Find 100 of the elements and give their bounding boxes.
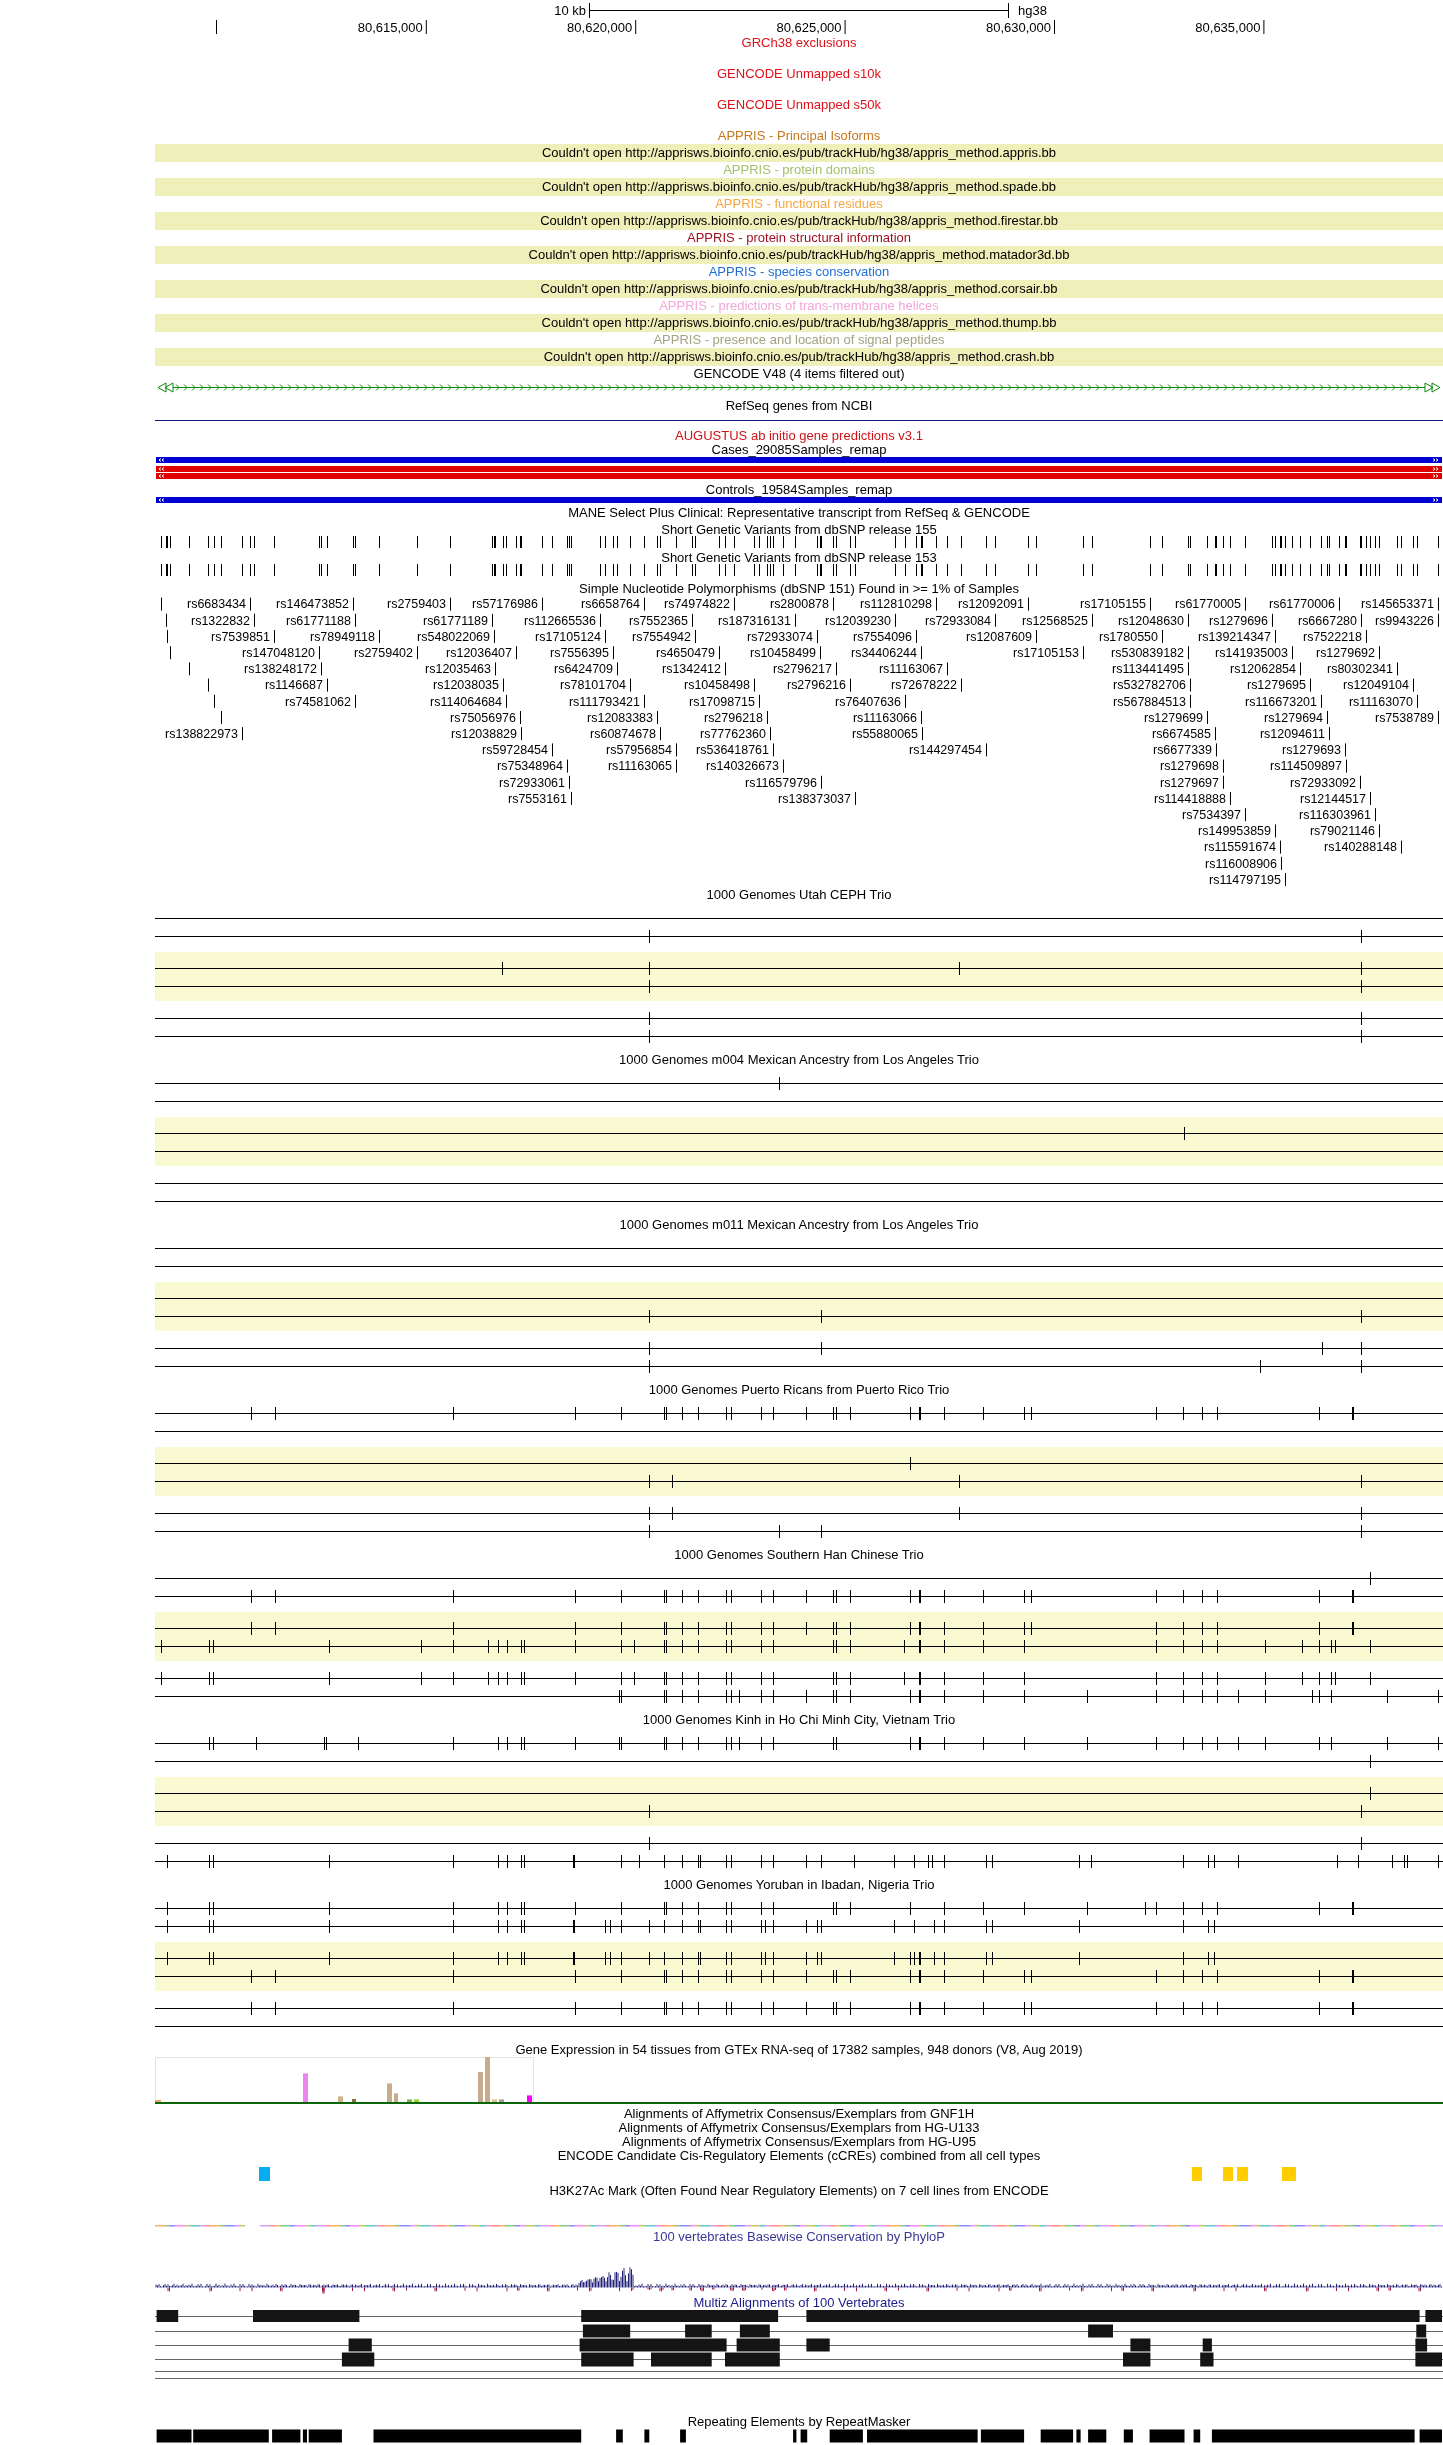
snp-label: rs12035463	[425, 661, 496, 677]
track-title: 1000 Genomes Southern Han Chinese Trio	[674, 1547, 924, 1562]
alignment-block	[736, 2338, 780, 2352]
snp-label: rs1322832	[191, 613, 255, 628]
snp-label: rs112810298	[860, 597, 937, 612]
snp-label: rs72933074	[747, 629, 818, 644]
alignment-block	[1425, 2309, 1442, 2322]
snp-label: rs7534397	[1181, 807, 1246, 823]
snp-tick	[208, 678, 209, 693]
snp-label: rs567884513	[1113, 694, 1191, 709]
snp-label: rs79021146	[1309, 823, 1380, 839]
ruler-position-label: 80,630,000	[985, 19, 1055, 35]
repeat-element	[980, 2429, 1025, 2443]
snp-tick	[161, 597, 162, 612]
snp-label: rs2796218	[704, 710, 768, 725]
snp-label: rs1279692	[1315, 645, 1380, 661]
snp-label: rs1342412	[662, 661, 726, 677]
snp-label: rs12083383	[587, 710, 658, 725]
alignment-block	[156, 2309, 179, 2322]
snp-label: rs11163070	[1348, 694, 1418, 709]
snp-label: rs61770005	[1175, 597, 1246, 612]
snp-label: rs146473852	[276, 597, 354, 612]
snp-label: rs17105124	[535, 629, 606, 644]
repeat-element	[829, 2429, 863, 2443]
snp-label: rs116008906	[1205, 856, 1282, 871]
repeat-element	[616, 2429, 623, 2443]
track-title: GENCODE V48 (4 items filtered out)	[693, 367, 905, 381]
snp-label: rs1279698	[1159, 759, 1224, 774]
snp-label: rs187316131	[718, 613, 796, 628]
snp-label: rs74581062	[285, 694, 356, 709]
alignment-block	[739, 2324, 770, 2338]
snp-label: rs9943226	[1374, 613, 1439, 628]
snp-label: rs141935003	[1215, 645, 1293, 661]
error-message: Couldn't open http://apprisws.bioinfo.cnio.es/pub/trackHub/hg38/appris_method.spade.bb	[155, 178, 1443, 196]
snp-label: rs11163066	[852, 710, 922, 725]
snp-label: rs114064684	[430, 694, 507, 709]
error-message: Couldn't open http://apprisws.bioinfo.cnio.es/pub/trackHub/hg38/appris_method.thump.bb	[155, 314, 1443, 332]
snp-label: rs114797195	[1209, 872, 1286, 887]
track-title: 1000 Genomes m004 Mexican Ancestry from Los Angeles Trio	[619, 1052, 979, 1067]
repeat-element	[1419, 2429, 1442, 2443]
track-title: APPRIS - species conservation	[708, 265, 890, 279]
alignment-block	[1088, 2324, 1113, 2338]
snp-label: rs12036407	[446, 645, 517, 661]
track-title: APPRIS - predictions of trans-membrane helices	[659, 299, 939, 313]
scale-label: 10 kb	[554, 2, 586, 18]
snp-label: rs12094611	[1259, 726, 1330, 742]
track-title: 1000 Genomes Yoruban in Ibadan, Nigeria Trio	[663, 1877, 935, 1892]
track-title: Multiz Alignments of 100 Vertebrates	[693, 2295, 905, 2310]
snp-label: rs147048120	[242, 645, 320, 661]
snp-label: rs1279694	[1263, 710, 1328, 725]
snp-label: rs111793421	[568, 694, 645, 709]
snp-label: rs57956854	[606, 742, 677, 758]
snp-label: rs145653371	[1361, 597, 1439, 612]
track-title: GENCODE Unmapped s10k	[717, 67, 881, 81]
alignment-block	[1200, 2352, 1214, 2367]
snp-label: rs11163065	[607, 759, 677, 774]
snp-label: rs12144517	[1300, 791, 1371, 806]
snp-label: rs10458499	[750, 645, 821, 661]
snp-label: rs75348964	[497, 759, 568, 774]
snp-label: rs7554096	[853, 629, 917, 644]
track-title: Alignments of Affymetrix Consensus/Exemplars from HG-U95	[622, 2134, 976, 2149]
snp-label: rs532782706	[1113, 678, 1191, 693]
snp-label: rs72933061	[499, 775, 570, 790]
snp-label: rs114509897	[1270, 759, 1347, 774]
snp-label: rs113441495	[1112, 661, 1189, 677]
snp-label: rs6658764	[581, 597, 645, 612]
snp-label: rs138373037	[778, 791, 856, 806]
track-title: APPRIS - Principal Isoforms	[717, 129, 881, 143]
track-title: Controls_19584Samples_remap	[705, 482, 893, 497]
snp-label: rs59728454	[482, 742, 553, 758]
track-title: ENCODE Candidate Cis-Regulatory Elements (cCREs) combined from all cell types	[557, 2148, 1041, 2163]
snp-tick	[170, 645, 171, 660]
snp-label: rs7539851	[211, 629, 275, 644]
track-title: 100 vertebrates Basewise Conservation by PhyloP	[653, 2229, 945, 2244]
snp-label: rs1279695	[1246, 678, 1311, 693]
snp-label: rs144297454	[909, 742, 987, 758]
repeat-element	[1123, 2429, 1133, 2443]
track-title: Cases_29085Samples_remap	[711, 443, 887, 457]
snp-label: rs149953859	[1198, 823, 1276, 839]
snp-label: rs536418761	[696, 742, 774, 758]
snp-label: rs61771189	[422, 613, 493, 628]
snp-label: rs74974822	[664, 597, 735, 612]
snp-label: rs7522218	[1302, 629, 1367, 644]
track-title: Short Genetic Variants from dbSNP release 155	[661, 524, 937, 536]
snp-label: rs2759402	[354, 645, 418, 661]
expression-bar	[414, 2099, 419, 2102]
snp-label: rs12092091	[958, 597, 1029, 612]
repeat-element	[1149, 2429, 1185, 2443]
snp-label: rs140326673	[706, 759, 784, 774]
snp-label: rs17098715	[689, 694, 760, 709]
error-message: Couldn't open http://apprisws.bioinfo.cnio.es/pub/trackHub/hg38/appris_method.corsair.bb	[155, 280, 1443, 298]
expression-bar	[387, 2083, 392, 2102]
snp-label: rs7553161	[508, 791, 572, 806]
alignment-block	[348, 2338, 372, 2352]
snp-label: rs530839182	[1111, 645, 1189, 661]
snp-label: rs77762360	[700, 726, 771, 742]
snp-tick	[221, 710, 222, 725]
snp-label: rs17105153	[1013, 645, 1084, 661]
expression-bar	[407, 2099, 412, 2102]
track-title: AUGUSTUS ab initio gene predictions v3.1	[675, 429, 923, 443]
